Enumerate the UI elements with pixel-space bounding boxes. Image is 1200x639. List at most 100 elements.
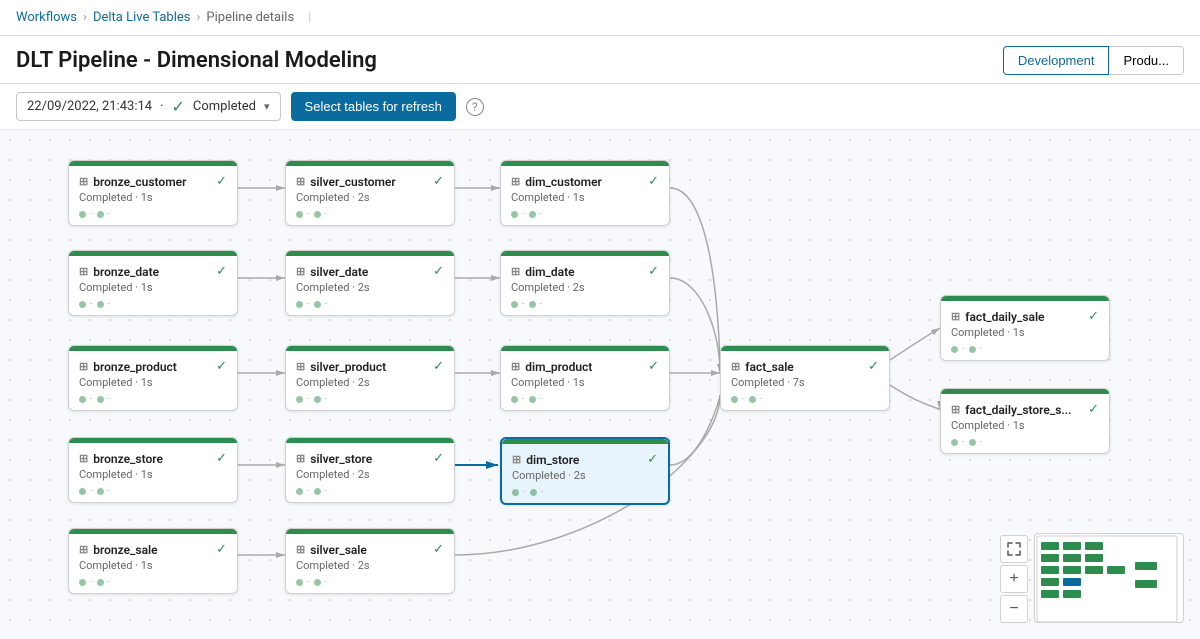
node-check-icon: ✓	[433, 451, 444, 466]
node-dim_product[interactable]: ⊞ dim_product ✓ Completed · 1s - -	[500, 345, 670, 411]
dot-dash1: -	[307, 577, 310, 587]
node-fact_daily_sale[interactable]: ⊞ fact_daily_sale ✓ Completed · 1s - -	[940, 295, 1110, 361]
node-silver_sale[interactable]: ⊞ silver_sale ✓ Completed · 2s - -	[285, 528, 455, 594]
mode-production-button[interactable]: Produ...	[1109, 46, 1184, 75]
node-status: Completed · 2s	[296, 559, 444, 572]
node-silver_date[interactable]: ⊞ silver_date ✓ Completed · 2s - -	[285, 250, 455, 316]
dot-dash2: -	[108, 486, 111, 496]
node-title-text: bronze_product	[93, 360, 177, 374]
breadcrumb-workflows[interactable]: Workflows	[16, 10, 77, 25]
run-info[interactable]: 22/09/2022, 21:43:14 · ✓ Completed ▾	[16, 92, 281, 121]
dot1	[79, 396, 86, 403]
node-check-icon: ✓	[433, 542, 444, 557]
dot2	[314, 396, 321, 403]
dot-dash1: -	[307, 299, 310, 309]
node-check-icon: ✓	[648, 264, 659, 279]
dot-dash2: -	[325, 299, 328, 309]
dot1	[512, 489, 519, 496]
node-body: ⊞ dim_product ✓ Completed · 1s - -	[501, 351, 669, 410]
dot-dash1: -	[90, 299, 93, 309]
node-title: ⊞ silver_customer	[296, 175, 396, 189]
node-body: ⊞ bronze_sale ✓ Completed · 1s - -	[69, 534, 237, 593]
dot2	[969, 439, 976, 446]
dot-sep: ·	[160, 99, 163, 114]
sep2: ›	[197, 10, 201, 25]
node-fact_daily_store_s[interactable]: ⊞ fact_daily_store_s... ✓ Completed · 1s…	[940, 388, 1110, 454]
node-title-text: bronze_store	[93, 452, 163, 466]
help-icon[interactable]: ?	[466, 98, 484, 116]
zoom-out-button[interactable]: −	[1000, 595, 1028, 623]
breadcrumb-bar: Workflows › Delta Live Tables › Pipeline…	[0, 0, 1200, 36]
node-silver_product[interactable]: ⊞ silver_product ✓ Completed · 2s - -	[285, 345, 455, 411]
table-icon: ⊞	[511, 175, 520, 188]
node-dots: - -	[731, 394, 879, 404]
node-check-icon: ✓	[433, 174, 444, 189]
node-title-row: ⊞ bronze_store ✓	[79, 451, 227, 466]
node-status: Completed · 1s	[79, 468, 227, 481]
node-dots: - -	[79, 486, 227, 496]
dot2	[529, 301, 536, 308]
node-check-icon: ✓	[648, 359, 659, 374]
node-title: ⊞ bronze_sale	[79, 543, 158, 557]
node-bronze_store[interactable]: ⊞ bronze_store ✓ Completed · 1s - -	[68, 437, 238, 503]
node-dim_store[interactable]: ⊞ dim_store ✓ Completed · 2s - -	[500, 437, 670, 505]
node-bronze_sale[interactable]: ⊞ bronze_sale ✓ Completed · 1s - -	[68, 528, 238, 594]
node-status: Completed · 1s	[511, 376, 659, 389]
node-body: ⊞ silver_date ✓ Completed · 2s - -	[286, 256, 454, 315]
node-silver_store[interactable]: ⊞ silver_store ✓ Completed · 2s - -	[285, 437, 455, 503]
node-dots: - -	[511, 394, 659, 404]
dot1	[511, 396, 518, 403]
table-icon: ⊞	[79, 452, 88, 465]
node-check-icon: ✓	[433, 264, 444, 279]
dot-dash1: -	[90, 577, 93, 587]
node-title-row: ⊞ bronze_sale ✓	[79, 542, 227, 557]
fullscreen-button[interactable]	[1000, 535, 1028, 563]
dot1	[731, 396, 738, 403]
node-body: ⊞ silver_customer ✓ Completed · 2s - -	[286, 166, 454, 225]
dot-dash1: -	[522, 394, 525, 404]
node-title-row: ⊞ dim_product ✓	[511, 359, 659, 374]
node-fact_sale[interactable]: ⊞ fact_sale ✓ Completed · 7s - -	[720, 345, 890, 411]
node-status: Completed · 2s	[511, 281, 659, 294]
node-title-row: ⊞ fact_daily_sale ✓	[951, 309, 1099, 324]
dot2	[314, 211, 321, 218]
select-tables-refresh-button[interactable]: Select tables for refresh	[291, 92, 456, 121]
table-icon: ⊞	[951, 403, 960, 416]
node-bronze_product[interactable]: ⊞ bronze_product ✓ Completed · 1s - -	[68, 345, 238, 411]
node-title: ⊞ bronze_product	[79, 360, 177, 374]
node-body: ⊞ bronze_product ✓ Completed · 1s - -	[69, 351, 237, 410]
breadcrumb: Workflows › Delta Live Tables › Pipeline…	[16, 10, 311, 25]
node-bronze_date[interactable]: ⊞ bronze_date ✓ Completed · 1s - -	[68, 250, 238, 316]
mode-development-button[interactable]: Development	[1003, 46, 1110, 75]
node-dots: - -	[512, 487, 658, 497]
breadcrumb-dlt[interactable]: Delta Live Tables	[93, 10, 191, 25]
node-title-row: ⊞ dim_date ✓	[511, 264, 659, 279]
node-title-text: bronze_sale	[93, 543, 157, 557]
node-title-row: ⊞ silver_store ✓	[296, 451, 444, 466]
table-icon: ⊞	[296, 543, 305, 556]
dot-dash2: -	[325, 486, 328, 496]
dot2	[97, 301, 104, 308]
node-title: ⊞ dim_date	[511, 265, 575, 279]
node-title: ⊞ dim_customer	[511, 175, 602, 189]
node-bronze_customer[interactable]: ⊞ bronze_customer ✓ Completed · 1s - -	[68, 160, 238, 226]
node-dim_customer[interactable]: ⊞ dim_customer ✓ Completed · 1s - -	[500, 160, 670, 226]
node-title: ⊞ bronze_date	[79, 265, 159, 279]
breadcrumb-current: Pipeline details	[206, 10, 294, 25]
node-check-icon: ✓	[216, 174, 227, 189]
zoom-in-button[interactable]: +	[1000, 565, 1028, 593]
node-check-icon: ✓	[433, 359, 444, 374]
dot-dash1: -	[307, 394, 310, 404]
dot-dash2: -	[541, 487, 544, 497]
table-icon: ⊞	[951, 310, 960, 323]
dot1	[296, 396, 303, 403]
node-title: ⊞ fact_daily_sale	[951, 310, 1045, 324]
node-title-row: ⊞ silver_date ✓	[296, 264, 444, 279]
node-title-row: ⊞ bronze_customer ✓	[79, 174, 227, 189]
node-title: ⊞ dim_product	[511, 360, 592, 374]
table-icon: ⊞	[79, 543, 88, 556]
node-dim_date[interactable]: ⊞ dim_date ✓ Completed · 2s - -	[500, 250, 670, 316]
node-silver_customer[interactable]: ⊞ silver_customer ✓ Completed · 2s - -	[285, 160, 455, 226]
node-check-icon: ✓	[1088, 309, 1099, 324]
node-title-row: ⊞ silver_product ✓	[296, 359, 444, 374]
